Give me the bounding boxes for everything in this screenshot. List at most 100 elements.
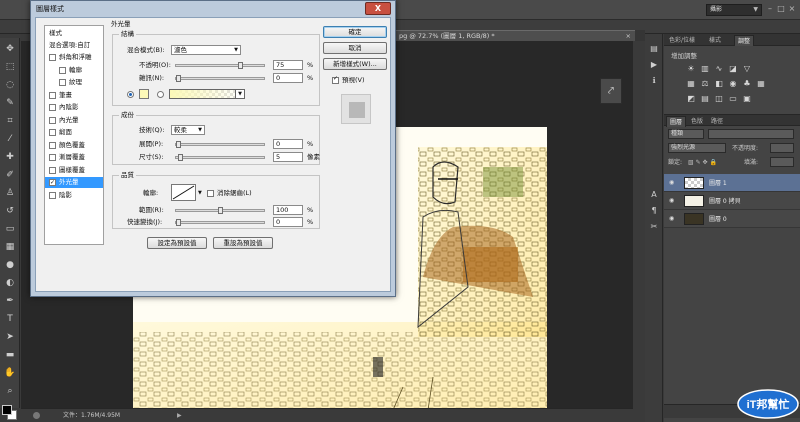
jitter-slider-thumb[interactable] bbox=[176, 219, 181, 226]
hue-icon[interactable]: ▦ bbox=[686, 79, 696, 89]
document-tab[interactable]: pg @ 72.7% (圖層 1, RGB/8) * × bbox=[395, 30, 635, 41]
style-item[interactable]: 外光暈 bbox=[45, 177, 103, 188]
move-icon[interactable]: ✥ bbox=[4, 44, 16, 55]
paragraph-icon[interactable]: ¶ bbox=[649, 206, 659, 216]
style-item-checkbox[interactable] bbox=[49, 177, 56, 188]
dialog-titlebar[interactable]: 圖層樣式 X bbox=[31, 1, 395, 17]
posterize-icon[interactable]: ▤ bbox=[700, 94, 710, 104]
reset-default-button[interactable]: 重設為預設值 bbox=[213, 237, 273, 249]
dodge-icon[interactable]: ◐ bbox=[4, 278, 16, 289]
zoom-icon[interactable]: ⌕ bbox=[4, 386, 16, 397]
styles-header[interactable]: 樣式 bbox=[45, 28, 103, 39]
dialog-close-button[interactable]: X bbox=[365, 2, 391, 15]
cancel-button[interactable]: 取消 bbox=[323, 42, 387, 54]
lasso-icon[interactable]: ◌ bbox=[4, 80, 16, 91]
lookup-icon[interactable]: ▦ bbox=[756, 79, 766, 89]
opacity-input[interactable]: 75 bbox=[273, 60, 303, 70]
threshold-icon[interactable]: ◫ bbox=[714, 94, 724, 104]
type-icon[interactable]: T bbox=[4, 314, 16, 325]
style-item-checkbox[interactable] bbox=[49, 116, 56, 124]
tool-presets-icon[interactable]: ✂ bbox=[649, 222, 659, 232]
make-default-button[interactable]: 設定為預設值 bbox=[147, 237, 207, 249]
eye-icon[interactable]: ◉ bbox=[669, 197, 674, 204]
invert-icon[interactable]: ◩ bbox=[686, 94, 696, 104]
levels-icon[interactable]: ▥ bbox=[700, 64, 710, 74]
info-icon[interactable]: ℹ bbox=[649, 76, 659, 86]
style-item-checkbox[interactable] bbox=[49, 104, 56, 111]
blend-options-item[interactable]: 混合選項:自訂 bbox=[45, 40, 103, 51]
history-icon[interactable]: ▤ bbox=[649, 44, 659, 54]
opacity-slider-thumb[interactable] bbox=[238, 62, 244, 69]
lock-icons[interactable]: ▧ ✎ ✥ 🔒 bbox=[688, 156, 717, 169]
range-slider-thumb[interactable] bbox=[217, 207, 223, 214]
tab-layers[interactable]: 圖層 bbox=[666, 116, 687, 127]
vibrance-icon[interactable]: ▽ bbox=[742, 64, 752, 74]
style-item-checkbox[interactable] bbox=[49, 191, 56, 199]
path-select-icon[interactable]: ➤ bbox=[4, 332, 16, 343]
style-item-checkbox[interactable] bbox=[49, 166, 56, 174]
spread-slider[interactable] bbox=[175, 141, 265, 148]
healing-brush-icon[interactable]: ✚ bbox=[4, 152, 16, 163]
style-item[interactable]: 內陰影 bbox=[45, 102, 103, 113]
tab-swatches[interactable]: 色彩/位樣 bbox=[666, 35, 698, 46]
brush-icon[interactable]: ✐ bbox=[4, 170, 16, 181]
style-item[interactable]: 緞面 bbox=[45, 127, 103, 138]
blur-icon[interactable]: ● bbox=[4, 260, 16, 271]
opacity-slider[interactable] bbox=[175, 62, 265, 69]
solid-color-radio[interactable] bbox=[127, 91, 134, 98]
shape-icon[interactable]: ▬ bbox=[4, 350, 16, 361]
style-item[interactable]: 紋理 bbox=[45, 77, 103, 88]
hand-icon[interactable]: ✋ bbox=[4, 368, 16, 379]
layer-filter-icons[interactable] bbox=[708, 129, 794, 139]
history-strip-icon[interactable]: ⤤ bbox=[600, 78, 622, 104]
size-input[interactable]: 5 bbox=[273, 152, 303, 162]
pen-icon[interactable]: ✒ bbox=[4, 296, 16, 307]
style-item-checkbox[interactable] bbox=[59, 66, 66, 74]
tab-channels[interactable]: 色版 bbox=[688, 116, 706, 127]
style-item-checkbox[interactable] bbox=[49, 141, 56, 149]
curves-icon[interactable]: ∿ bbox=[714, 64, 724, 74]
clone-stamp-icon[interactable]: ♙ bbox=[4, 188, 16, 199]
layer-row[interactable]: ◉ 圖層 0 拷貝 bbox=[664, 192, 800, 210]
ok-button[interactable]: 確定 bbox=[323, 26, 387, 38]
range-slider[interactable] bbox=[175, 207, 265, 214]
glow-color-swatch[interactable] bbox=[139, 89, 149, 99]
chevron-down-icon[interactable]: ▼ bbox=[198, 189, 202, 198]
eye-icon[interactable]: ◉ bbox=[669, 179, 674, 186]
jitter-slider[interactable] bbox=[175, 219, 265, 226]
style-item-checkbox[interactable] bbox=[59, 79, 66, 86]
status-arrow-icon[interactable]: ▶ bbox=[177, 409, 182, 422]
style-item[interactable]: 陰影 bbox=[45, 190, 103, 201]
style-item-checkbox[interactable] bbox=[49, 129, 56, 136]
maximize-icon[interactable]: □ bbox=[777, 5, 785, 13]
history-brush-icon[interactable]: ↺ bbox=[4, 206, 16, 217]
style-item[interactable]: 斜角和浮雕 bbox=[45, 52, 103, 63]
photo-filter-icon[interactable]: ◉ bbox=[728, 79, 738, 89]
eye-icon[interactable]: ◉ bbox=[669, 215, 674, 222]
eraser-icon[interactable]: ▭ bbox=[4, 224, 16, 235]
technique-select[interactable]: 較柔 ▼ bbox=[171, 125, 205, 135]
channel-mixer-icon[interactable]: ♣ bbox=[742, 79, 752, 89]
crop-icon[interactable]: ⌗ bbox=[4, 116, 16, 127]
tab-styles[interactable]: 樣式 bbox=[706, 35, 724, 46]
character-icon[interactable]: A bbox=[649, 190, 659, 200]
brightness-icon[interactable]: ☀ bbox=[686, 64, 696, 74]
exposure-icon[interactable]: ◪ bbox=[728, 64, 738, 74]
properties-icon[interactable]: ▶ bbox=[649, 60, 659, 70]
gradient-icon[interactable]: ▦ bbox=[4, 242, 16, 253]
selective-color-icon[interactable]: ▣ bbox=[742, 94, 752, 104]
noise-input[interactable]: 0 bbox=[273, 73, 303, 83]
layer-blend-select[interactable]: 強烈光源 bbox=[668, 143, 726, 153]
gradient-radio[interactable] bbox=[157, 91, 164, 98]
layer-kind-select[interactable]: 種類 bbox=[668, 129, 704, 139]
layer-row[interactable]: ◉ 圖層 0 bbox=[664, 210, 800, 228]
size-slider[interactable] bbox=[175, 154, 265, 161]
spread-slider-thumb[interactable] bbox=[176, 141, 181, 148]
jitter-input[interactable]: 0 bbox=[273, 217, 303, 227]
minimize-icon[interactable]: – bbox=[766, 5, 774, 13]
spread-input[interactable]: 0 bbox=[273, 139, 303, 149]
preview-checkbox[interactable] bbox=[332, 75, 339, 84]
new-style-button[interactable]: 新增樣式(W)... bbox=[323, 58, 387, 70]
style-item-checkbox[interactable] bbox=[49, 54, 56, 61]
gradient-map-icon[interactable]: ▭ bbox=[728, 94, 738, 104]
